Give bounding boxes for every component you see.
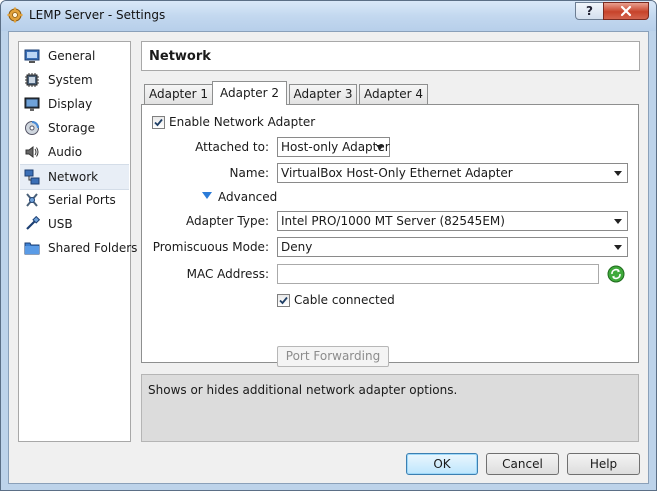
- sidebar-item-general[interactable]: General: [20, 44, 129, 68]
- cancel-button[interactable]: Cancel: [486, 453, 559, 475]
- name-select[interactable]: VirtualBox Host-Only Ethernet Adapter: [277, 163, 628, 183]
- audio-icon: [25, 146, 39, 158]
- settings-window: LEMP Server - Settings ? General System …: [0, 0, 657, 491]
- chevron-down-icon: [614, 171, 622, 176]
- sidebar-item-label: Shared Folders: [48, 241, 138, 255]
- refresh-mac-button[interactable]: [607, 265, 625, 283]
- general-icon: [24, 49, 40, 63]
- close-icon: [620, 5, 632, 17]
- window-title: LEMP Server - Settings: [29, 8, 166, 22]
- serial-ports-icon: [26, 193, 38, 207]
- sidebar-item-shared-folders[interactable]: Shared Folders: [20, 236, 137, 260]
- sidebar-item-serial-ports[interactable]: Serial Ports: [20, 188, 129, 212]
- shared-folders-icon: [24, 242, 40, 255]
- chevron-down-icon: [614, 219, 622, 224]
- promiscuous-mode-select[interactable]: Deny: [277, 237, 628, 257]
- sidebar-item-label: General: [48, 49, 96, 63]
- checkmark-icon: [154, 118, 163, 127]
- sidebar-item-label: Serial Ports: [48, 193, 116, 207]
- adapter-type-select[interactable]: Intel PRO/1000 MT Server (82545EM): [277, 211, 628, 231]
- name-label: Name:: [229, 166, 269, 180]
- promiscuous-mode-label: Promiscuous Mode:: [152, 240, 269, 254]
- mac-address-field[interactable]: [277, 264, 599, 284]
- attached-to-select[interactable]: Host-only Adapter: [277, 137, 390, 157]
- chevron-down-icon: [614, 245, 622, 250]
- system-icon: [25, 73, 39, 87]
- sidebar-item-label: Audio: [48, 145, 83, 159]
- tab-adapter-3[interactable]: Adapter 3: [289, 84, 357, 104]
- virtualbox-gear-icon: [7, 7, 23, 23]
- adapter-tab-panel: Enable Network Adapter Attached to: Host…: [141, 104, 639, 367]
- tab-adapter-1[interactable]: Adapter 1: [144, 84, 213, 104]
- sidebar-item-display[interactable]: Display: [20, 92, 129, 116]
- enable-adapter-label[interactable]: Enable Network Adapter: [169, 115, 315, 129]
- chevron-down-icon: [376, 145, 384, 150]
- description-panel: Shows or hides additional network adapte…: [141, 374, 639, 442]
- storage-icon: [25, 121, 39, 135]
- cable-connected-checkbox[interactable]: [277, 294, 290, 307]
- sidebar-item-label: Display: [48, 97, 93, 111]
- attached-to-value: Host-only Adapter: [281, 140, 390, 154]
- title-bar[interactable]: LEMP Server - Settings ?: [1, 1, 656, 31]
- refresh-icon: [607, 265, 625, 283]
- sidebar-item-label: USB: [48, 217, 73, 231]
- name-value: VirtualBox Host-Only Ethernet Adapter: [281, 166, 513, 180]
- sidebar-item-system[interactable]: System: [20, 68, 129, 92]
- checkmark-icon: [279, 296, 288, 305]
- close-button[interactable]: [603, 2, 649, 20]
- sidebar-item-usb[interactable]: USB: [20, 212, 129, 236]
- ok-button[interactable]: OK: [406, 453, 478, 475]
- advanced-toggle[interactable]: Advanced: [200, 186, 280, 206]
- sidebar-item-label: Storage: [48, 121, 95, 135]
- display-icon: [24, 97, 40, 111]
- advanced-label: Advanced: [218, 190, 278, 204]
- sidebar-item-audio[interactable]: Audio: [20, 140, 129, 164]
- attached-to-label: Attached to:: [195, 140, 269, 154]
- cable-connected-label[interactable]: Cable connected: [294, 293, 395, 307]
- usb-icon: [26, 216, 40, 230]
- page-title: Network: [149, 49, 211, 64]
- tab-adapter-2[interactable]: Adapter 2: [212, 81, 287, 105]
- title-help-button[interactable]: ?: [575, 2, 604, 20]
- promiscuous-mode-value: Deny: [281, 240, 313, 254]
- help-glyph: ?: [586, 4, 593, 18]
- adapter-type-value: Intel PRO/1000 MT Server (82545EM): [281, 214, 505, 228]
- expand-triangle-icon: [202, 192, 212, 199]
- port-forwarding-button[interactable]: Port Forwarding: [277, 346, 389, 367]
- dialog-body: General System Display Storage Audio Net…: [8, 31, 649, 484]
- sidebar-item-label: Network: [48, 170, 99, 184]
- sidebar-item-storage[interactable]: Storage: [20, 116, 129, 140]
- description-text: Shows or hides additional network adapte…: [148, 383, 458, 397]
- mac-address-label: MAC Address:: [186, 267, 269, 281]
- sidebar-item-network[interactable]: Network: [20, 164, 129, 190]
- sidebar-item-label: System: [48, 73, 93, 87]
- settings-sidebar: General System Display Storage Audio Net…: [18, 41, 137, 442]
- page-header: Network: [141, 41, 640, 71]
- tab-adapter-4[interactable]: Adapter 4: [359, 84, 428, 104]
- network-icon: [24, 169, 40, 185]
- adapter-type-label: Adapter Type:: [185, 214, 269, 228]
- help-button[interactable]: Help: [567, 453, 640, 475]
- enable-adapter-checkbox[interactable]: [152, 116, 165, 129]
